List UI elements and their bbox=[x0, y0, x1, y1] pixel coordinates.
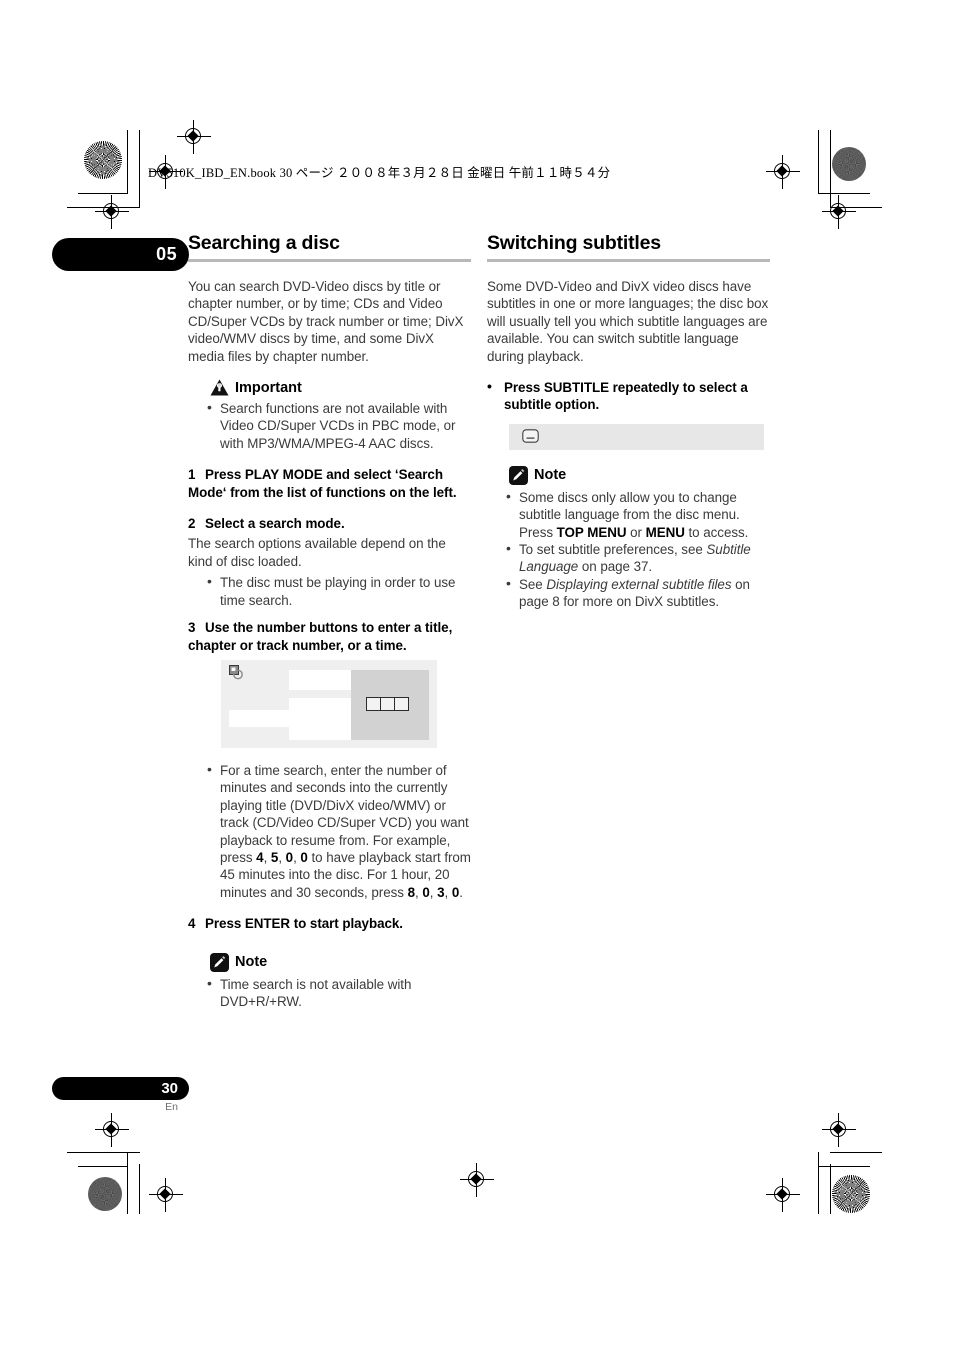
step-1: 1 Press PLAY MODE and select ‘Search Mode… bbox=[188, 466, 471, 501]
pencil-icon bbox=[509, 465, 528, 485]
step-2-body: The search options available depend on t… bbox=[188, 536, 446, 569]
step-3-bullet-list: For a time search, enter the number of m… bbox=[188, 761, 471, 901]
subtitle-display-icon bbox=[522, 429, 539, 443]
pencil-icon bbox=[210, 952, 229, 972]
left-column: Searching a disc You can search DVD-Vide… bbox=[188, 232, 471, 1024]
title-divider bbox=[487, 259, 770, 262]
step-2-number: 2 bbox=[188, 516, 196, 532]
osd-field-left bbox=[229, 709, 293, 727]
subtitle-instruction: Press SUBTITLE repeatedly to select a su… bbox=[487, 378, 770, 414]
note-callout-header-right: Note bbox=[509, 465, 770, 485]
step-3-number: 3 bbox=[188, 620, 196, 636]
warning-triangle-icon bbox=[210, 379, 229, 396]
list-item: Search functions are not available with … bbox=[207, 399, 471, 452]
list-item: To set subtitle preferences, see Subtitl… bbox=[506, 540, 770, 576]
disc-tag-icon bbox=[229, 664, 246, 680]
osd-number-entry-boxes bbox=[366, 696, 409, 711]
important-callout-header: Important bbox=[210, 379, 471, 396]
entry-box bbox=[380, 696, 395, 711]
chapter-number-tab: 05 bbox=[52, 238, 189, 271]
step-4-heading: Press ENTER to start playback. bbox=[205, 916, 403, 932]
list-item: For a time search, enter the number of m… bbox=[207, 761, 471, 901]
list-item: Time search is not available with DVD+R/… bbox=[207, 975, 471, 1011]
note-label-left: Note bbox=[235, 954, 268, 971]
step-3: 3 Use the number buttons to enter a title… bbox=[188, 619, 471, 654]
step-2-bullet-list: The disc must be playing in order to use… bbox=[188, 573, 471, 609]
intro-paragraph: You can search DVD-Video discs by title … bbox=[188, 279, 464, 364]
entry-box bbox=[366, 696, 381, 711]
note-bullet-list-right: Some discs only allow you to change subt… bbox=[487, 488, 770, 611]
manual-page: 05 Searching a disc You can search DVD-V… bbox=[0, 0, 954, 1350]
step-3-heading: Use the number buttons to enter a title,… bbox=[188, 620, 453, 653]
step-4: 4 Press ENTER to start playback. bbox=[188, 915, 471, 932]
page-language-code: En bbox=[165, 1101, 178, 1113]
page-number-bar: 30 bbox=[52, 1077, 189, 1100]
note-label-right: Note bbox=[534, 467, 567, 484]
right-column: Switching subtitles Some DVD-Video and D… bbox=[487, 232, 770, 625]
step-2: 2 Select a search mode. bbox=[188, 515, 471, 532]
step-1-number: 1 bbox=[188, 467, 196, 483]
section-title-right: Switching subtitles bbox=[487, 232, 661, 254]
list-item: Some discs only allow you to change subt… bbox=[506, 488, 770, 541]
page-title: Searching a disc bbox=[188, 232, 340, 254]
title-divider bbox=[188, 259, 471, 262]
entry-box bbox=[394, 696, 409, 711]
step-2-heading: Select a search mode. bbox=[205, 516, 345, 532]
important-label: Important bbox=[235, 379, 302, 396]
osd-subtitle-bar bbox=[509, 423, 764, 450]
step-4-number: 4 bbox=[188, 916, 196, 932]
important-bullet-list: Search functions are not available with … bbox=[188, 399, 471, 452]
note-callout-header-left: Note bbox=[210, 952, 471, 972]
osd-search-illustration bbox=[221, 659, 437, 748]
step-1-heading: Press PLAY MODE and select ‘Search Mode‘… bbox=[188, 467, 457, 500]
note-bullet-list-left: Time search is not available with DVD+R/… bbox=[188, 975, 471, 1011]
list-item: The disc must be playing in order to use… bbox=[207, 573, 471, 609]
intro-paragraph-right: Some DVD-Video and DivX video discs have… bbox=[487, 279, 769, 364]
list-item: See Displaying external subtitle files o… bbox=[506, 575, 770, 611]
